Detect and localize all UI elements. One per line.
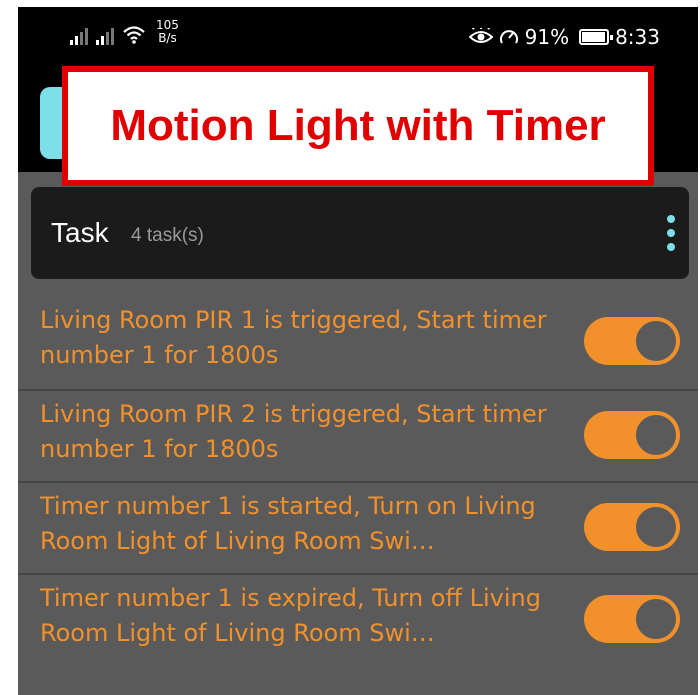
task-title: Task <box>51 217 109 248</box>
signal-icon <box>96 27 114 45</box>
task-description: Timer number 1 is started, Turn on Livin… <box>40 492 536 555</box>
status-right: 91% 8:33 <box>468 25 660 49</box>
eye-icon <box>468 28 493 43</box>
phone-screen: 105 B/s 91% 8:33 Motion Light with Timer… <box>18 7 698 695</box>
task-count: 4 task(s) <box>131 225 204 246</box>
task-row[interactable]: Timer number 1 is started, Turn on Livin… <box>18 481 698 573</box>
task-description: Living Room PIR 1 is triggered, Start ti… <box>40 306 547 369</box>
banner-title: Motion Light with Timer <box>110 101 606 150</box>
task-row[interactable]: Living Room PIR 1 is triggered, Start ti… <box>18 297 698 389</box>
task-toggle[interactable] <box>584 595 680 643</box>
status-time: 8:33 <box>615 25 660 49</box>
title-banner: Motion Light with Timer <box>62 66 654 186</box>
more-options-icon[interactable] <box>665 215 677 251</box>
task-list: Living Room PIR 1 is triggered, Start ti… <box>18 297 698 665</box>
network-speed: 105 B/s <box>156 19 179 45</box>
speed-gauge-icon <box>499 30 518 44</box>
network-speed-unit: B/s <box>158 31 177 45</box>
task-row[interactable]: Timer number 1 is expired, Turn off Livi… <box>18 573 698 665</box>
task-toggle[interactable] <box>584 411 680 459</box>
task-header: Task 4 task(s) <box>31 187 689 279</box>
task-description: Living Room PIR 2 is triggered, Start ti… <box>40 400 547 463</box>
task-toggle[interactable] <box>584 317 680 365</box>
battery-icon <box>579 29 614 45</box>
task-toggle[interactable] <box>584 503 680 551</box>
signal-icon <box>70 27 88 45</box>
status-bar: 105 B/s 91% 8:33 <box>18 7 698 67</box>
task-row[interactable]: Living Room PIR 2 is triggered, Start ti… <box>18 389 698 481</box>
wifi-icon <box>123 26 145 44</box>
status-left: 105 B/s <box>70 19 179 45</box>
battery-percent: 91% <box>524 25 570 49</box>
task-description: Timer number 1 is expired, Turn off Livi… <box>40 584 541 647</box>
